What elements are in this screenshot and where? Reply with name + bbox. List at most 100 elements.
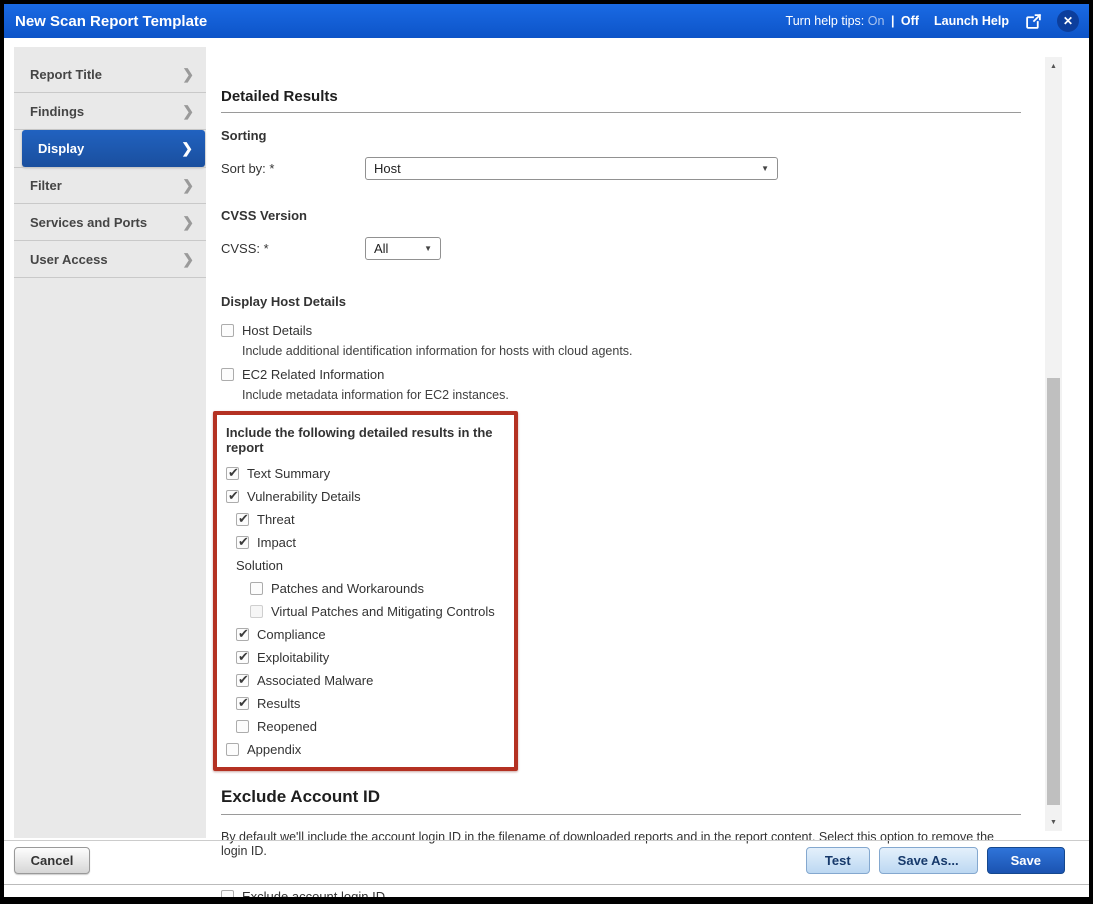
detailed-results-heading: Detailed Results [221, 88, 1021, 113]
footer-action-buttons: Test Save As... Save [805, 847, 1065, 874]
cvss-value: All [374, 241, 389, 256]
dropdown-arrow-icon: ▼ [761, 164, 769, 173]
include-results-heading: Include the following detailed results i… [226, 425, 493, 455]
results-checkbox[interactable]: ✔ [236, 696, 249, 710]
help-tips-toggle: Turn help tips: On | Off [786, 14, 919, 28]
checkbox-row-vulnerability-details: ✔ Vulnerability Details [226, 489, 508, 504]
chevron-right-icon: ❯ [182, 65, 194, 82]
cvss-version-heading: CVSS Version [221, 208, 307, 223]
exclude-account-row: Exclude account login ID [221, 889, 1023, 897]
checkbox-label: Vulnerability Details [247, 489, 361, 504]
cvss-select[interactable]: All ▼ [365, 237, 441, 260]
close-icon[interactable]: ✕ [1057, 10, 1079, 32]
scrollbar-thumb[interactable] [1047, 378, 1060, 805]
footer-divider-bottom [4, 884, 1089, 885]
reopened-checkbox[interactable] [236, 720, 249, 733]
associated-malware-checkbox[interactable]: ✔ [236, 673, 249, 687]
checkbox-row-compliance: ✔ Compliance [236, 627, 508, 642]
compliance-checkbox[interactable]: ✔ [236, 627, 249, 641]
exclude-account-login-id-checkbox[interactable] [221, 890, 234, 897]
checkbox-label: Exploitability [257, 650, 330, 665]
host-details-checkbox[interactable] [221, 324, 234, 337]
sort-by-select[interactable]: Host ▼ [365, 157, 778, 180]
chevron-right-icon: ❯ [182, 177, 194, 193]
checkbox-label: Solution [236, 558, 283, 573]
checkbox-label: Threat [257, 512, 295, 527]
checkbox-row-exploitability: ✔ Exploitability [236, 650, 508, 665]
checkbox-row-virtual-patches-and-mitigating-controls: Virtual Patches and Mitigating Controls [250, 604, 508, 619]
sidebar: Report Title ❯ Findings ❯ Display ❯ Filter ❯ Ser… [14, 47, 206, 838]
scroll-up-icon[interactable]: ▲ [1045, 58, 1062, 74]
checkbox-label: Patches and Workarounds [271, 581, 424, 596]
help-tips-off-link[interactable]: Off [901, 14, 919, 28]
host-options: Host Details Include additional identific… [221, 323, 1023, 402]
new-scan-report-template-dialog: New Scan Report Template Turn help tips:… [4, 4, 1089, 897]
save-as-button[interactable]: Save As... [878, 847, 978, 874]
sidebar-item-filter[interactable]: Filter ❯ [14, 167, 206, 204]
help-tips-separator: | [890, 14, 895, 28]
checkbox-label: Text Summary [247, 466, 331, 481]
checkbox-row-appendix: Appendix [226, 742, 508, 757]
sorting-heading: Sorting [221, 128, 267, 143]
text-summary-checkbox[interactable]: ✔ [226, 466, 239, 480]
sidebar-item-label: User Access [30, 251, 108, 267]
checkbox-label: Reopened [257, 719, 317, 734]
checkbox-row-reopened: Reopened [236, 719, 508, 734]
checkbox-row-patches-and-workarounds: Patches and Workarounds [250, 581, 508, 596]
checkbox-label: Virtual Patches and Mitigating Controls [271, 604, 495, 619]
chevron-right-icon: ❯ [182, 250, 194, 267]
annotation-highlight-box: Include the following detailed results i… [213, 411, 518, 771]
checkbox-label: Impact [257, 535, 297, 550]
exclude-account-id-heading: Exclude Account ID [221, 787, 1021, 815]
checkbox-row-results: ✔ Results [236, 696, 508, 711]
ec2-related-information-checkbox[interactable] [221, 368, 234, 381]
checkbox-description: Include additional identification inform… [242, 344, 633, 358]
dropdown-arrow-icon: ▼ [424, 244, 432, 253]
footer-divider-top [4, 840, 1089, 841]
chevron-right-icon: ❯ [182, 213, 194, 230]
virtual-patches-and-mitigating-controls-checkbox[interactable] [250, 605, 263, 618]
checkbox-label: Host Details [242, 323, 313, 338]
exclude-account-checkbox-label: Exclude account login ID [242, 889, 386, 897]
exploitability-checkbox[interactable]: ✔ [236, 650, 249, 664]
chevron-right-icon: ❯ [182, 102, 194, 119]
checkbox-row-impact: ✔ Impact [236, 535, 508, 550]
checkbox-row-associated-malware: ✔ Associated Malware [236, 673, 508, 688]
cvss-label: CVSS: * [221, 241, 269, 256]
include-options: ✔ Text Summary ✔ Vulnerability Details ✔ Thre… [226, 466, 508, 757]
impact-checkbox[interactable]: ✔ [236, 535, 249, 549]
sidebar-item-label: Report Title [30, 66, 102, 82]
checkbox-label: Appendix [247, 742, 302, 757]
appendix-checkbox[interactable] [226, 743, 239, 756]
patches-and-workarounds-checkbox[interactable] [250, 582, 263, 595]
cancel-button[interactable]: Cancel [14, 847, 90, 874]
sidebar-item-display[interactable]: Display ❯ [22, 130, 205, 167]
save-button[interactable]: Save [986, 847, 1065, 874]
sort-by-row: Sort by: * Host ▼ [221, 157, 1023, 180]
checkbox-description: Include metadata information for EC2 ins… [242, 388, 509, 402]
checkbox-row-host-details: Host Details [221, 323, 1023, 338]
sidebar-item-label: Filter [30, 178, 62, 193]
checkbox-label: Results [257, 696, 301, 711]
dialog-title: New Scan Report Template [15, 12, 208, 30]
sort-by-label: Sort by: * [221, 161, 275, 176]
sidebar-item-findings[interactable]: Findings ❯ [14, 93, 206, 130]
help-tips-label: Turn help tips: [785, 14, 865, 28]
sidebar-item-user-access[interactable]: User Access ❯ [14, 241, 206, 278]
scroll-down-icon[interactable]: ▼ [1045, 814, 1062, 830]
vulnerability-details-checkbox[interactable]: ✔ [226, 489, 239, 503]
vertical-scrollbar[interactable]: ▲ ▼ [1045, 57, 1062, 831]
checkbox-label: Compliance [257, 627, 326, 642]
help-tips-on-link[interactable]: On [868, 14, 885, 28]
checkbox-row-ec2-related-information: EC2 Related Information [221, 367, 1023, 382]
checkbox-row-threat: ✔ Threat [236, 512, 508, 527]
sidebar-item-label: Services and Ports [30, 214, 148, 230]
sidebar-item-report-title[interactable]: Report Title ❯ [14, 56, 206, 93]
sidebar-item-services-and-ports[interactable]: Services and Ports ❯ [14, 204, 206, 241]
sort-by-value: Host [374, 161, 401, 176]
threat-checkbox[interactable]: ✔ [236, 512, 249, 526]
open-in-new-window-icon[interactable] [1024, 12, 1042, 30]
launch-help-link[interactable]: Launch Help [934, 14, 1009, 28]
test-button[interactable]: Test [805, 847, 870, 874]
checkbox-label: EC2 Related Information [242, 367, 385, 382]
